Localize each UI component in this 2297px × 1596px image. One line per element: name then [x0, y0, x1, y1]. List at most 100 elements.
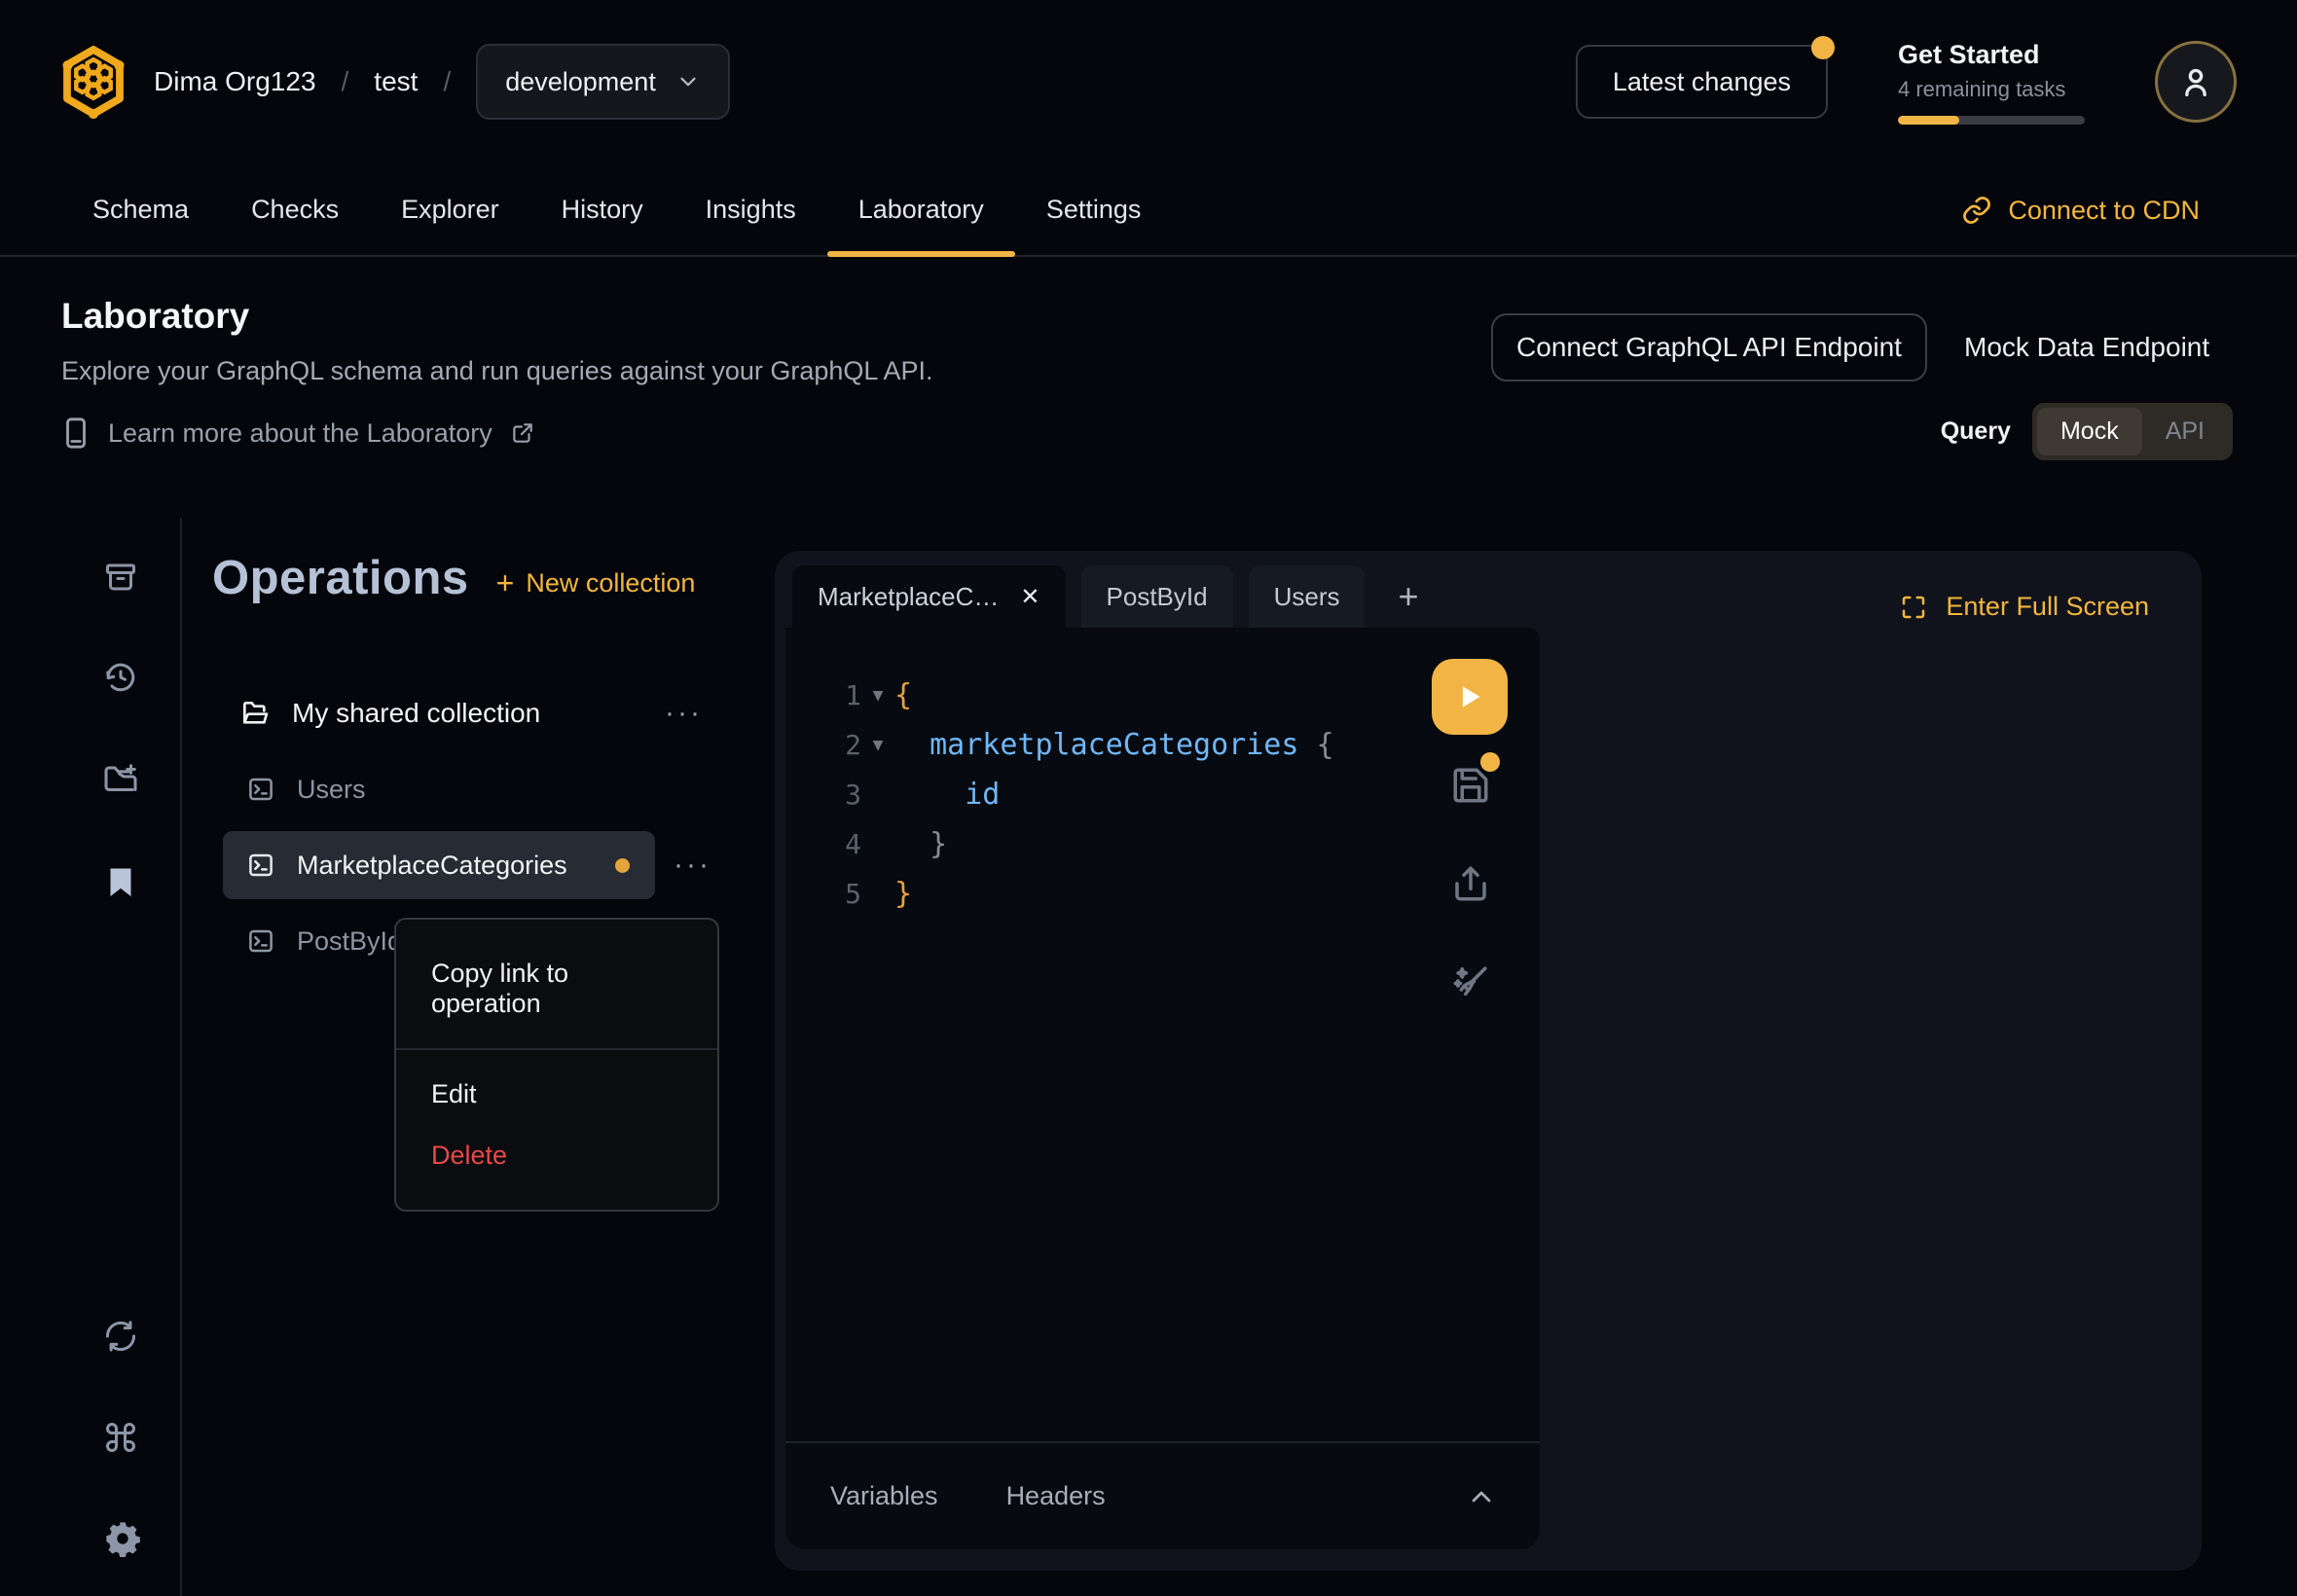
share-operation-icon[interactable]	[1450, 863, 1491, 904]
bookmarks-icon[interactable]	[103, 864, 138, 899]
tab-insights[interactable]: Insights	[675, 163, 827, 255]
tab-history[interactable]: History	[530, 163, 675, 255]
hive-laboratory-page: Dima Org123 / test / development Latest …	[0, 0, 2297, 1596]
collection-row[interactable]: My shared collection ···	[212, 679, 720, 747]
editor-bottom-bar: Variables Headers	[785, 1441, 1540, 1549]
user-avatar[interactable]	[2155, 41, 2237, 123]
new-collection-folder-icon[interactable]	[103, 762, 138, 797]
query-mode-api[interactable]: API	[2142, 408, 2228, 455]
operation-icon	[246, 926, 275, 956]
line-number: 2	[785, 729, 861, 761]
menu-item-copy-link[interactable]: Copy link to operation	[396, 943, 717, 1034]
line-number: 5	[785, 878, 861, 910]
code-line: 2 ▼ marketplaceCategories {	[785, 720, 1408, 770]
editor-tab-postbyid[interactable]: PostById	[1081, 565, 1233, 628]
fold-arrow-icon[interactable]: ▼	[861, 735, 894, 755]
new-collection-button[interactable]: + New collection	[496, 565, 696, 601]
unsaved-dot	[1480, 752, 1500, 772]
enter-fullscreen-button[interactable]: Enter Full Screen	[1899, 592, 2149, 622]
breadcrumb-project[interactable]: test	[374, 66, 418, 97]
operations-title: Operations	[212, 551, 469, 605]
breadcrumb: Dima Org123 / test / development	[58, 0, 730, 163]
operation-menu-button[interactable]: ···	[674, 831, 711, 899]
headers-tab[interactable]: Headers	[1006, 1481, 1106, 1511]
tab-checks[interactable]: Checks	[220, 163, 370, 255]
menu-divider	[396, 1048, 717, 1050]
operation-icon	[246, 775, 275, 804]
add-tab-button[interactable]: +	[1380, 565, 1436, 628]
close-tab-icon[interactable]: ✕	[1020, 583, 1039, 611]
book-icon	[61, 417, 91, 450]
play-icon	[1453, 680, 1486, 713]
operation-icon	[246, 851, 275, 880]
query-editor[interactable]: 1 ▼ { 2 ▼ marketplaceCategories { 3 id	[785, 628, 1540, 1549]
chevron-up-icon[interactable]	[1466, 1481, 1497, 1512]
settings-gear-icon[interactable]	[103, 1519, 142, 1558]
history-icon[interactable]	[103, 660, 138, 695]
editor-tab-users[interactable]: Users	[1249, 565, 1366, 628]
code-line: 4 }	[785, 819, 1408, 869]
editor-tab-label: MarketplaceC…	[818, 582, 999, 612]
code-line: 1 ▼ {	[785, 671, 1408, 720]
learn-more-link[interactable]: Learn more about the Laboratory	[61, 417, 535, 450]
code-token	[894, 728, 930, 762]
code-token	[894, 778, 965, 812]
learn-more-label: Learn more about the Laboratory	[108, 418, 492, 449]
code-token: id	[965, 778, 1000, 812]
rail-divider	[180, 518, 182, 1596]
get-started-widget[interactable]: Get Started 4 remaining tasks	[1898, 40, 2085, 125]
get-started-subtitle: 4 remaining tasks	[1898, 77, 2085, 102]
collection-menu-button[interactable]: ···	[665, 697, 703, 730]
mock-data-endpoint-button[interactable]: Mock Data Endpoint	[1964, 313, 2209, 381]
query-mode-mock[interactable]: Mock	[2037, 408, 2142, 455]
prettify-icon[interactable]	[1450, 962, 1491, 1003]
editor-tab-label: Users	[1274, 582, 1340, 612]
get-started-progressbar	[1898, 116, 2085, 125]
breadcrumb-separator: /	[443, 66, 451, 97]
operations-header: Operations + New collection	[212, 551, 695, 605]
enter-fullscreen-label: Enter Full Screen	[1946, 592, 2149, 622]
menu-item-edit[interactable]: Edit	[396, 1064, 717, 1125]
variables-tab[interactable]: Variables	[830, 1481, 938, 1511]
person-icon	[2176, 62, 2215, 101]
query-mode-toggle: Mock API	[2032, 403, 2233, 460]
target-selector-value: development	[505, 67, 656, 97]
schema-archive-icon[interactable]	[103, 560, 138, 595]
target-selector[interactable]: development	[476, 44, 730, 120]
code-area[interactable]: 1 ▼ { 2 ▼ marketplaceCategories { 3 id	[785, 671, 1408, 919]
editor-tab-marketplacecategories[interactable]: MarketplaceC… ✕	[792, 565, 1066, 628]
hive-logo-icon[interactable]	[58, 44, 128, 120]
new-collection-label: New collection	[526, 568, 695, 598]
code-token: {	[1316, 728, 1333, 762]
tab-laboratory[interactable]: Laboratory	[827, 163, 1015, 255]
latest-changes-button[interactable]: Latest changes	[1576, 45, 1828, 119]
save-operation-icon[interactable]	[1450, 765, 1491, 806]
operation-name: PostById	[297, 926, 402, 957]
breadcrumb-org[interactable]: Dima Org123	[154, 66, 316, 97]
fold-arrow-icon[interactable]: ▼	[861, 685, 894, 706]
link-icon	[1961, 195, 1992, 226]
tab-explorer[interactable]: Explorer	[370, 163, 530, 255]
latest-changes-label: Latest changes	[1613, 67, 1791, 97]
operation-row-marketplacecategories[interactable]: MarketplaceCategories ···	[223, 831, 655, 899]
run-query-button[interactable]	[1432, 659, 1508, 735]
laboratory-panel: Enter Full Screen MarketplaceC… ✕ PostBy…	[775, 551, 2202, 1571]
query-label: Query	[1941, 417, 2011, 446]
connect-graphql-endpoint-button[interactable]: Connect GraphQL API Endpoint	[1491, 313, 1927, 381]
refresh-icon[interactable]	[103, 1319, 138, 1354]
tab-schema[interactable]: Schema	[61, 163, 220, 255]
code-token: {	[894, 678, 912, 712]
editor-tab-row: MarketplaceC… ✕ PostById Users +	[792, 565, 1437, 628]
code-token: marketplaceCategories	[930, 728, 1298, 762]
operation-row-users[interactable]: Users	[223, 755, 655, 823]
menu-item-delete[interactable]: Delete	[396, 1125, 717, 1186]
fullscreen-icon	[1899, 593, 1928, 622]
line-number: 3	[785, 779, 861, 811]
plus-icon: +	[496, 565, 515, 601]
connect-cdn-link[interactable]: Connect to CDN	[1961, 163, 2200, 257]
query-mode-row: Query Mock API	[1941, 403, 2233, 460]
command-menu-icon[interactable]	[103, 1420, 138, 1455]
tab-settings[interactable]: Settings	[1015, 163, 1173, 255]
line-number: 4	[785, 828, 861, 860]
code-token	[1298, 728, 1316, 762]
